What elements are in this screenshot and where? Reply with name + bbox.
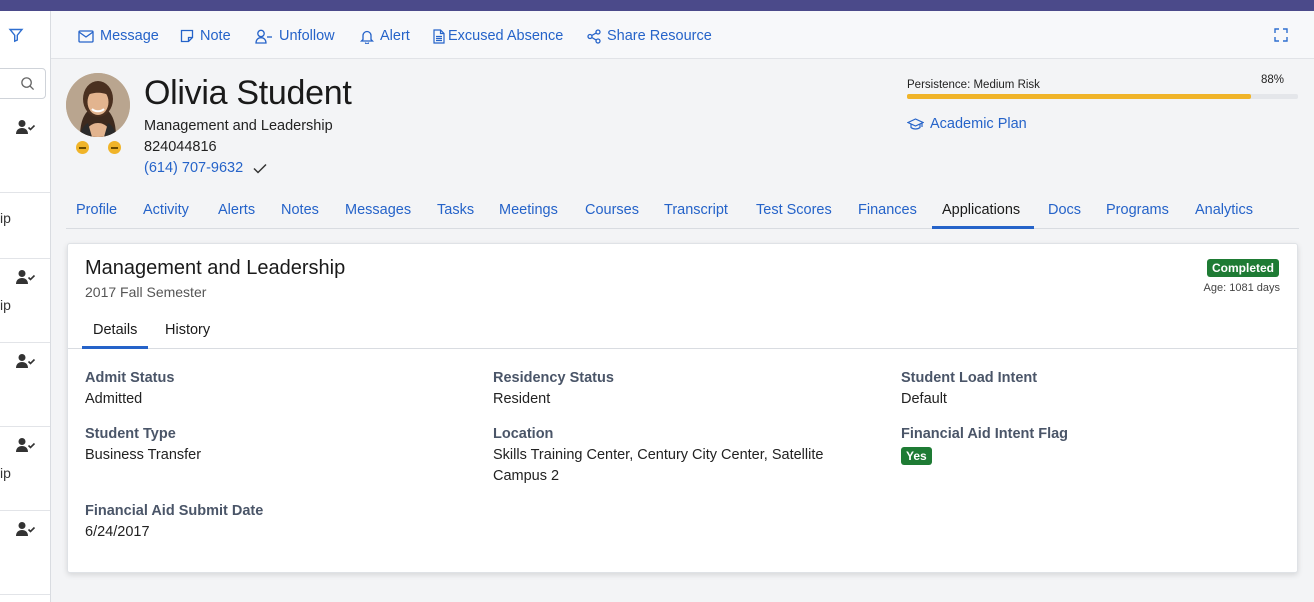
status-dot-icon [108, 141, 121, 154]
application-title: Management and Leadership [85, 257, 346, 279]
list-item[interactable]: ip [0, 175, 50, 259]
user-minus-icon [255, 29, 272, 44]
note-icon [180, 29, 194, 43]
academic-plan-label: Academic Plan [930, 116, 1027, 132]
status-dot-icon [76, 141, 89, 154]
financial-aid-submit-date-value: 6/24/2017 [85, 524, 150, 540]
alert-label: Alert [380, 28, 410, 44]
residency-status-value: Resident [493, 391, 551, 407]
student-load-intent-label: Student Load Intent [901, 370, 1038, 386]
financial-aid-intent-flag-badge: Yes [901, 447, 932, 465]
bell-icon [360, 30, 374, 44]
avatar [66, 73, 130, 137]
list-item-label: ip [0, 210, 11, 226]
tab-finances[interactable]: Finances [858, 202, 917, 218]
excused-absence-button[interactable]: Excused Absence [433, 26, 563, 46]
application-term: 2017 Fall Semester [85, 284, 207, 300]
student-program: Management and Leadership [144, 118, 333, 134]
student-detail-panel: Message Note Unfollow Alert Excused Abse… [51, 11, 1314, 602]
tab-profile[interactable]: Profile [76, 202, 117, 218]
application-card: Management and Leadership 2017 Fall Seme… [67, 243, 1298, 573]
expand-icon[interactable] [1274, 28, 1288, 47]
academic-plan-link[interactable]: Academic Plan [907, 116, 1027, 132]
share-resource-button[interactable]: Share Resource [587, 26, 712, 46]
sidebar-search-input[interactable] [0, 68, 46, 99]
graduation-cap-icon [907, 117, 924, 130]
share-resource-label: Share Resource [607, 28, 712, 44]
unfollow-button[interactable]: Unfollow [255, 26, 335, 46]
persistence-bar [907, 94, 1298, 99]
student-phone: (614) 707-9632 [144, 160, 244, 176]
action-toolbar: Message Note Unfollow Alert Excused Abse… [51, 11, 1314, 59]
list-item[interactable] [0, 511, 50, 595]
persistence-label: Persistence: Medium Risk [907, 79, 1040, 91]
student-name: Olivia Student [144, 74, 352, 112]
active-subtab-indicator [82, 346, 148, 349]
unfollow-label: Unfollow [279, 28, 335, 44]
tab-alerts[interactable]: Alerts [218, 202, 255, 218]
location-label: Location [493, 426, 554, 442]
tab-activity[interactable]: Activity [143, 202, 189, 218]
location-value-line1: Skills Training Center, Century City Cen… [493, 447, 824, 463]
message-button[interactable]: Message [78, 26, 159, 46]
location-value-line2: Campus 2 [493, 468, 560, 484]
tab-history[interactable]: History [165, 322, 210, 338]
excused-absence-label: Excused Absence [448, 28, 564, 44]
tab-details[interactable]: Details [93, 322, 137, 338]
student-tabs: Profile Activity Alerts Notes Messages T… [66, 193, 1299, 229]
persistence-bar-fill [907, 94, 1252, 99]
financial-aid-intent-flag-label: Financial Aid Intent Flag [901, 426, 1069, 442]
alert-button[interactable]: Alert [360, 26, 410, 46]
tab-test-scores[interactable]: Test Scores [756, 202, 832, 218]
tab-messages[interactable]: Messages [345, 202, 411, 218]
note-label: Note [200, 28, 231, 44]
tab-tasks[interactable]: Tasks [437, 202, 474, 218]
student-type-value: Business Transfer [85, 447, 202, 463]
filter-icon[interactable] [8, 27, 26, 45]
tab-applications[interactable]: Applications [942, 202, 1020, 218]
student-id: 824044816 [144, 139, 217, 155]
active-tab-indicator [932, 226, 1034, 229]
tab-transcript[interactable]: Transcript [664, 202, 728, 218]
persistence-percent: 88% [1261, 74, 1285, 86]
list-item[interactable]: ip [0, 427, 50, 511]
top-brand-bar [0, 0, 1314, 11]
list-item-label: ip [0, 465, 11, 481]
share-icon [587, 28, 601, 44]
residency-status-label: Residency Status [493, 370, 614, 386]
list-item[interactable] [0, 343, 50, 427]
tab-docs[interactable]: Docs [1048, 202, 1081, 218]
list-item-label: ip [0, 297, 11, 313]
student-phone-link[interactable]: (614) 707-9632 [144, 160, 267, 176]
tab-analytics[interactable]: Analytics [1195, 202, 1253, 218]
student-load-intent-value: Default [901, 391, 947, 407]
application-age: Age: 1081 days [1203, 282, 1280, 294]
user-check-icon [16, 521, 36, 542]
user-check-icon [16, 437, 36, 458]
message-label: Message [100, 28, 159, 44]
application-subtabs: Details History [68, 316, 1297, 349]
student-list-sidebar: ip ip ip [0, 11, 51, 602]
search-icon [21, 77, 35, 91]
admit-status-label: Admit Status [85, 370, 175, 386]
tab-programs[interactable]: Programs [1106, 202, 1169, 218]
financial-aid-submit-date-label: Financial Aid Submit Date [85, 503, 264, 519]
tab-courses[interactable]: Courses [585, 202, 639, 218]
tab-notes[interactable]: Notes [281, 202, 319, 218]
user-check-icon [16, 353, 36, 374]
tab-meetings[interactable]: Meetings [499, 202, 558, 218]
admit-status-value: Admitted [85, 391, 143, 407]
checkmark-icon [253, 163, 267, 174]
envelope-icon [78, 29, 94, 43]
student-type-label: Student Type [85, 426, 176, 442]
note-button[interactable]: Note [180, 26, 231, 46]
document-icon [433, 28, 445, 44]
user-check-icon [16, 269, 36, 290]
status-badge: Completed [1206, 259, 1279, 277]
user-check-icon [16, 119, 36, 140]
list-item[interactable]: ip [0, 259, 50, 343]
